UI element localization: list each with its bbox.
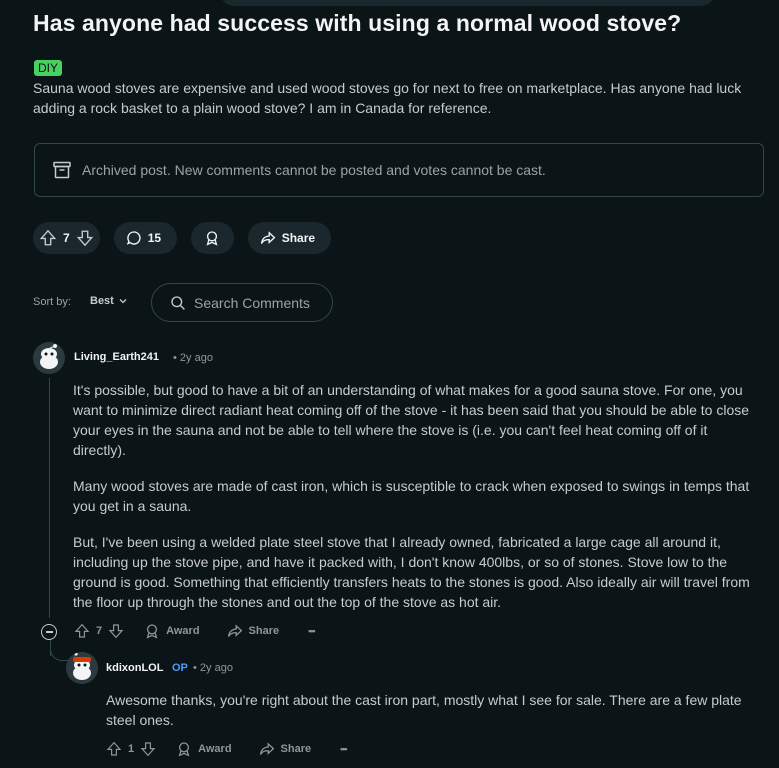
- comment-icon: [126, 231, 141, 245]
- avatar[interactable]: [66, 652, 98, 684]
- reply-award-button[interactable]: Award: [176, 741, 232, 757]
- share-label: Share: [281, 231, 316, 245]
- avatar[interactable]: [33, 342, 65, 374]
- archive-icon: [53, 161, 71, 179]
- downvote-icon[interactable]: [140, 741, 156, 757]
- upvote-icon[interactable]: [106, 741, 122, 757]
- comment-vote-control: 7: [74, 623, 124, 639]
- thread-line[interactable]: [49, 378, 50, 618]
- share-button[interactable]: Share: [247, 222, 331, 254]
- comment-paragraph: Awesome thanks, you're right about the c…: [106, 692, 742, 728]
- search-comments-placeholder: Search Comments: [194, 294, 310, 311]
- downvote-icon[interactable]: [108, 623, 124, 639]
- comment-age: • 2y ago: [173, 352, 213, 364]
- collapse-thread-button[interactable]: [41, 624, 57, 640]
- comments-button[interactable]: 15: [113, 222, 177, 254]
- more-options-icon[interactable]: •••: [308, 626, 316, 636]
- chevron-down-icon: [119, 299, 127, 304]
- comment-paragraph: It's possible, but good to have a bit of…: [73, 382, 750, 458]
- comment-paragraph: Many wood stoves are made of cast iron, …: [73, 478, 750, 514]
- search-icon: [171, 295, 185, 310]
- upvote-icon[interactable]: [39, 229, 57, 247]
- post-vote-count: 7: [63, 231, 70, 245]
- comment-author[interactable]: Living_Earth241: [74, 351, 159, 363]
- reply-age: • 2y ago: [193, 662, 233, 674]
- comment-vote-count: 7: [96, 625, 103, 637]
- award-icon: [206, 231, 218, 246]
- post-flair[interactable]: DIY: [34, 60, 63, 76]
- share-label: Share: [248, 625, 280, 637]
- comment-share-button[interactable]: Share: [227, 623, 280, 639]
- award-icon: [146, 624, 158, 639]
- post-action-bar: 7 15 Share: [33, 222, 331, 254]
- header-search-bar-remnant[interactable]: [220, 0, 715, 6]
- archived-notice: Archived post. New comments cannot be po…: [34, 143, 764, 197]
- reply-vote-count: 1: [128, 743, 135, 755]
- op-badge: OP: [172, 662, 188, 674]
- share-icon: [227, 624, 242, 637]
- comment-award-button[interactable]: Award: [144, 623, 200, 639]
- share-icon: [259, 742, 274, 755]
- reply-share-button[interactable]: Share: [259, 741, 312, 757]
- sort-dropdown[interactable]: Best: [90, 295, 128, 307]
- snoo-avatar-icon: [33, 342, 65, 374]
- archived-notice-text: Archived post. New comments cannot be po…: [82, 162, 546, 178]
- reply-author[interactable]: kdixonLOL: [106, 662, 163, 674]
- award-label: Award: [166, 625, 200, 637]
- award-label: Award: [198, 743, 232, 755]
- vote-control: 7: [33, 222, 100, 254]
- post-body: Sauna wood stoves are expensive and used…: [33, 80, 742, 116]
- share-icon: [260, 231, 276, 244]
- award-icon: [178, 742, 190, 757]
- upvote-icon[interactable]: [74, 623, 90, 639]
- post-title: Has anyone had success with using a norm…: [33, 10, 682, 36]
- downvote-icon[interactable]: [76, 229, 94, 247]
- more-options-icon[interactable]: •••: [340, 744, 348, 754]
- sort-by-label: Sort by:: [33, 296, 71, 308]
- share-label: Share: [280, 743, 312, 755]
- search-comments-input[interactable]: Search Comments: [151, 283, 333, 322]
- award-button[interactable]: [190, 222, 234, 254]
- reply-action-bar: 1 Award Share •••: [106, 741, 348, 757]
- reply-body: Awesome thanks, you're right about the c…: [106, 690, 766, 746]
- comment-paragraph: But, I've been using a welded plate stee…: [73, 534, 750, 610]
- snoo-avatar-icon: [66, 652, 98, 684]
- comments-count: 15: [147, 231, 162, 245]
- comment-body: It's possible, but good to have a bit of…: [73, 380, 763, 628]
- minus-icon: [45, 631, 53, 633]
- sort-value: Best: [90, 295, 114, 307]
- comment-action-bar: 7 Award Share •••: [74, 623, 316, 639]
- reply-vote-control: 1: [106, 741, 156, 757]
